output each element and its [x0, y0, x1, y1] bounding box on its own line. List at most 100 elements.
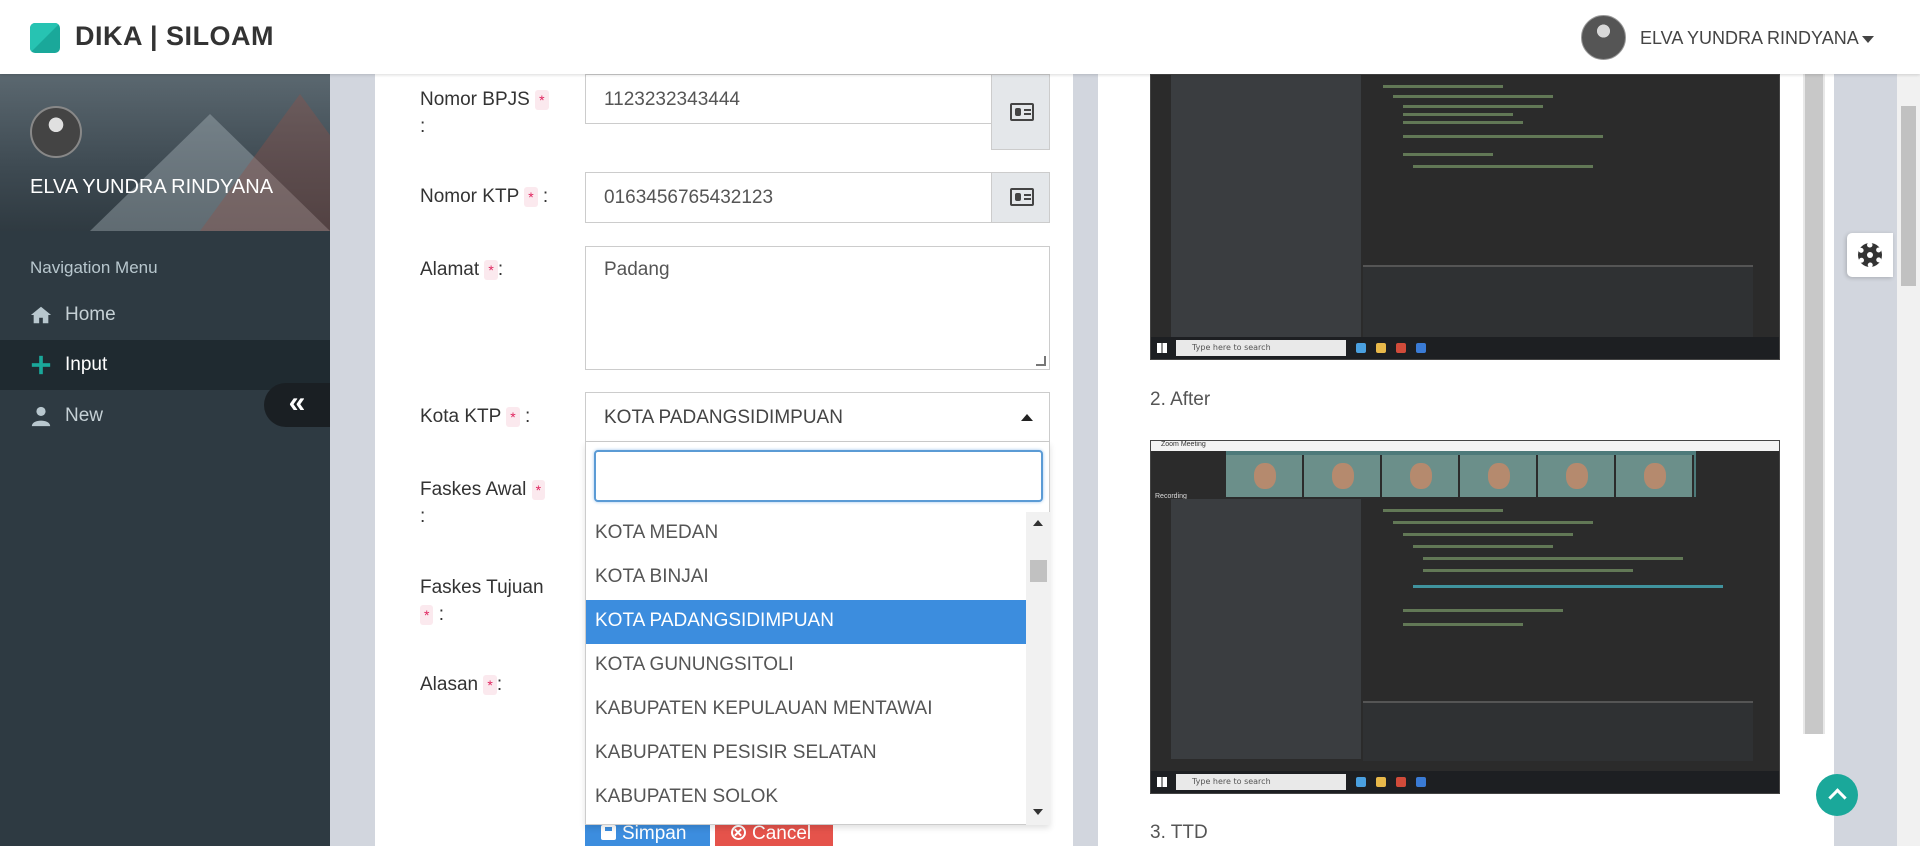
- kota-ktp-select[interactable]: KOTA PADANGSIDIMPUAN: [585, 392, 1050, 442]
- caret-up-icon: [1021, 414, 1033, 421]
- zoom-participants-strip: [1226, 451, 1696, 497]
- required-marker: *: [531, 479, 546, 500]
- id-card-icon: [1010, 188, 1034, 206]
- folder-icon: [1376, 777, 1386, 787]
- faskes-awal-label: Faskes Awal *:: [420, 476, 550, 530]
- bpjs-input[interactable]: 1123232343444: [585, 74, 1050, 124]
- caret-down-icon[interactable]: [1862, 36, 1874, 43]
- taskbar-clock: [1745, 340, 1775, 356]
- gear-icon: [1858, 243, 1882, 267]
- ktp-label: Nomor KTP * :: [420, 186, 549, 207]
- dropdown-options-list: KOTA MEDAN KOTA BINJAI KOTA PADANGSIDIMP…: [586, 512, 1026, 825]
- windows-taskbar: Type here to search: [1151, 337, 1779, 359]
- ide-code-editor: [1363, 499, 1753, 699]
- ide-console: [1363, 265, 1753, 337]
- sidebar-item-label: Input: [65, 354, 108, 375]
- scroll-thumb[interactable]: [1030, 560, 1047, 582]
- windows-taskbar: Type here to search: [1151, 771, 1779, 793]
- participant-tile: [1382, 455, 1460, 497]
- mountain-background: [200, 94, 330, 231]
- panel-scrollbar[interactable]: [1803, 74, 1825, 734]
- edge-icon: [1356, 343, 1366, 353]
- sidebar-user-name: ELVA YUNDRA RINDYANA: [30, 176, 274, 198]
- zoom-title-bar: Zoom Meeting: [1151, 441, 1779, 451]
- user-icon: [31, 406, 51, 427]
- scroll-thumb[interactable]: [1805, 74, 1823, 734]
- before-screenshot: Type here to search: [1150, 74, 1780, 360]
- scroll-thumb[interactable]: [1901, 106, 1916, 286]
- user-avatar[interactable]: [1581, 15, 1626, 60]
- windows-icon: [1157, 343, 1167, 353]
- participant-tile: [1226, 455, 1304, 497]
- scroll-up-icon[interactable]: [1033, 520, 1043, 526]
- plus-icon: [31, 355, 51, 375]
- ktp-input[interactable]: 0163456765432123: [585, 172, 1050, 223]
- ktp-card-addon: [991, 172, 1050, 223]
- sidebar-item-label: New: [65, 405, 104, 426]
- participant-tile: [1538, 455, 1616, 497]
- faskes-tujuan-label: Faskes Tujuan * :: [420, 577, 544, 625]
- dropdown-option[interactable]: KOTA GUNUNGSITOLI: [586, 644, 1026, 688]
- resize-grip-icon[interactable]: [1036, 356, 1046, 366]
- participant-tile: [1304, 455, 1382, 497]
- kota-ktp-label: Kota KTP * :: [420, 406, 531, 427]
- required-marker: *: [484, 259, 498, 280]
- folder-icon: [1376, 343, 1386, 353]
- id-card-icon: [1010, 103, 1034, 121]
- kota-ktp-dropdown: KOTA MEDAN KOTA BINJAI KOTA PADANGSIDIMP…: [585, 442, 1050, 825]
- sidebar: ELVA YUNDRA RINDYANA Navigation Menu Hom…: [0, 74, 330, 846]
- required-marker: *: [524, 186, 538, 207]
- dropdown-scrollbar[interactable]: [1026, 512, 1050, 825]
- zoom-icon: [1416, 343, 1426, 353]
- nav-header: Navigation Menu: [30, 258, 158, 277]
- sidebar-collapse-button[interactable]: «: [264, 383, 330, 427]
- sidebar-item-home[interactable]: Home: [0, 290, 330, 340]
- save-icon: [601, 825, 616, 840]
- bpjs-card-addon: [991, 74, 1050, 150]
- dropdown-option[interactable]: KABUPATEN KEPULAUAN MENTAWAI: [586, 688, 1026, 732]
- ide-code-editor: [1363, 75, 1753, 263]
- sidebar-avatar: [30, 106, 82, 158]
- sidebar-item-label: Home: [65, 304, 116, 325]
- edge-icon: [1356, 777, 1366, 787]
- back-to-top-button[interactable]: [1816, 774, 1858, 816]
- app-logo[interactable]: [30, 23, 60, 53]
- taskbar-clock: [1745, 774, 1775, 790]
- alamat-label: Alamat *:: [420, 259, 504, 280]
- dropdown-option-selected[interactable]: KOTA PADANGSIDIMPUAN: [586, 600, 1026, 644]
- required-marker: *: [420, 604, 434, 625]
- alamat-value: Padang: [604, 259, 670, 280]
- office-icon: [1396, 343, 1406, 353]
- participant-tile: [1460, 455, 1538, 497]
- ide-project-explorer: [1171, 499, 1361, 759]
- required-marker: *: [483, 674, 497, 695]
- sidebar-profile: ELVA YUNDRA RINDYANA: [0, 74, 330, 231]
- required-marker: *: [535, 89, 549, 110]
- dropdown-option[interactable]: KABUPATEN SOLOK: [586, 776, 1026, 820]
- app-brand[interactable]: DIKA | SILOAM: [75, 21, 274, 52]
- after-section-label: 2. After: [1150, 389, 1211, 410]
- top-navbar: DIKA | SILOAM ELVA YUNDRA RINDYANA: [0, 0, 1920, 74]
- dropdown-search-input[interactable]: [594, 450, 1043, 502]
- bpjs-label: Nomor BPJS *:: [420, 86, 550, 140]
- dropdown-option[interactable]: KOTA BINJAI: [586, 556, 1026, 600]
- ide-project-explorer: [1171, 75, 1361, 337]
- cancel-icon: [731, 825, 746, 840]
- required-marker: *: [506, 406, 520, 427]
- alamat-textarea[interactable]: Padang: [585, 246, 1050, 370]
- taskbar-search: Type here to search: [1176, 774, 1346, 790]
- page-scrollbar[interactable]: [1897, 74, 1920, 846]
- participant-tile: [1616, 455, 1694, 497]
- dropdown-option[interactable]: KABUPATEN PESISIR SELATAN: [586, 732, 1026, 776]
- kota-ktp-selected: KOTA PADANGSIDIMPUAN: [604, 407, 843, 428]
- settings-button[interactable]: [1847, 233, 1893, 277]
- ttd-section-label: 3. TTD: [1150, 822, 1208, 843]
- scroll-down-icon[interactable]: [1033, 809, 1043, 815]
- home-icon: [30, 306, 52, 324]
- alasan-label: Alasan *:: [420, 674, 503, 695]
- office-icon: [1396, 777, 1406, 787]
- dropdown-option[interactable]: KOTA MEDAN: [586, 512, 1026, 556]
- user-menu-name[interactable]: ELVA YUNDRA RINDYANA: [1640, 28, 1859, 49]
- ide-console: [1363, 701, 1753, 761]
- zoom-icon: [1416, 777, 1426, 787]
